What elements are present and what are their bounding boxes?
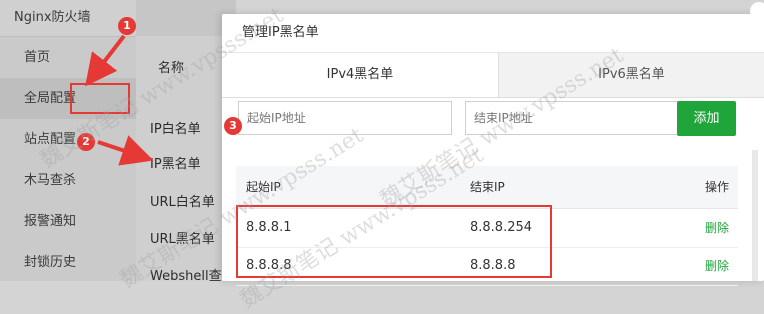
- annotation-arrows: [85, 34, 154, 166]
- annotation-badge-1: 1: [118, 17, 136, 35]
- annotation-badge-3: 3: [224, 117, 242, 135]
- arrow-2: [97, 135, 154, 166]
- arrow-1: [85, 34, 126, 87]
